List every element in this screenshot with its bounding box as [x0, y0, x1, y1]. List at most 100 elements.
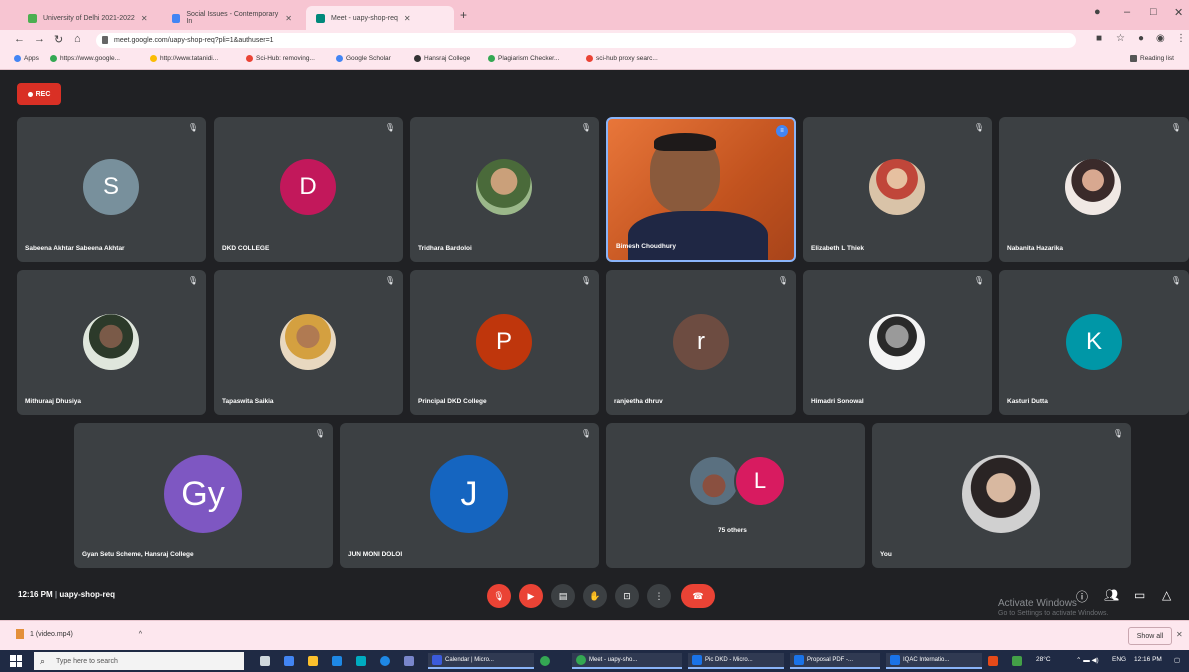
participant-tile[interactable]: 🎙︎ Himadri Sonowal — [803, 270, 992, 415]
close-window-icon[interactable]: ✕ — [1174, 6, 1183, 19]
tab-university[interactable]: University of Delhi 2021-2022 ✕ — [18, 6, 158, 30]
present-button[interactable]: ⊡ — [615, 584, 639, 608]
activate-windows-sub: Go to Settings to activate Windows. — [998, 610, 1109, 617]
taskbar-app-icon[interactable] — [1012, 653, 1022, 669]
taskbar-app-icon[interactable] — [284, 653, 294, 669]
bookmark-apps[interactable]: Apps — [14, 55, 39, 62]
taskbar-app-proposal[interactable]: Proposal PDF -... — [790, 653, 880, 669]
back-icon[interactable]: ← — [14, 33, 25, 45]
mic-toggle-button[interactable]: 🎙︎ — [487, 584, 511, 608]
taskbar-app-icon[interactable] — [332, 653, 342, 669]
bookmark-item[interactable]: Plagiarism Checker... — [488, 55, 559, 62]
taskbar-clock[interactable]: 12:16 PM — [1134, 656, 1162, 663]
participant-tile[interactable]: 🎙︎ r ranjeetha dhruv — [606, 270, 796, 415]
others-tile[interactable]: L 75 others — [606, 423, 865, 568]
participant-photo — [869, 314, 925, 370]
participant-tile[interactable]: 🎙︎ Elizabeth L Thiek — [803, 117, 992, 262]
bookmark-item[interactable]: Google Scholar — [336, 55, 391, 62]
bookmark-item[interactable]: https://www.google... — [50, 55, 120, 62]
notification-icon[interactable]: ▢ — [1174, 656, 1180, 664]
forward-icon[interactable]: → — [34, 33, 45, 45]
minimize-icon[interactable]: – — [1124, 6, 1130, 18]
menu-icon[interactable]: ⋮ — [1176, 33, 1186, 44]
star-icon[interactable]: ☆ — [1116, 33, 1125, 44]
address-bar[interactable]: meet.google.com/uapy-shop-req?pli=1&auth… — [96, 33, 1076, 48]
participant-tile[interactable]: 🎙︎ Tridhara Bardoloi — [410, 117, 599, 262]
reload-icon[interactable]: ↻ — [54, 33, 63, 46]
activities-icon[interactable]: △ — [1162, 588, 1171, 602]
participant-name: DKD COLLEGE — [222, 245, 270, 252]
taskbar-app-icon[interactable] — [404, 653, 414, 669]
participant-name: Himadri Sonowal — [811, 398, 864, 405]
participant-tile[interactable]: 🎙︎ K Kasturi Dutta — [999, 270, 1189, 415]
tab-meet[interactable]: Meet - uapy-shop-req ✕ — [306, 6, 454, 30]
taskbar-app-meet[interactable]: Meet - uapy-sho... — [572, 653, 682, 669]
participant-tile[interactable]: 🎙︎ D DKD COLLEGE — [214, 117, 403, 262]
task-view-icon[interactable] — [260, 653, 270, 669]
self-tile[interactable]: 🎙︎ You — [872, 423, 1131, 568]
people-icon[interactable]: 👥︎ — [1104, 588, 1119, 602]
leave-call-button[interactable]: ☎ — [681, 584, 715, 608]
maximize-icon[interactable]: □ — [1150, 6, 1157, 18]
bookmark-label: https://www.google... — [60, 55, 120, 62]
participant-name: Nabanita Hazarika — [1007, 245, 1063, 252]
chrome-icon[interactable] — [540, 653, 550, 669]
participant-tile[interactable]: 🎙︎ J JUN MONI DOLOI — [340, 423, 599, 568]
taskbar-app-icon[interactable] — [308, 653, 318, 669]
chat-icon[interactable]: ▭ — [1134, 588, 1145, 602]
participant-tile[interactable]: 🎙︎ S Sabeena Akhtar Sabeena Akhtar — [17, 117, 206, 262]
bookmark-item[interactable]: Sci-Hub: removing... — [246, 55, 315, 62]
taskbar-app-calendar[interactable]: Calendar | Micro... — [428, 653, 534, 669]
camera-toggle-button[interactable]: ▶ — [519, 584, 543, 608]
browser-toolbar: ← → ↻ ⌂ meet.google.com/uapy-shop-req?pl… — [0, 30, 1189, 50]
show-all-button[interactable]: Show all — [1128, 627, 1172, 645]
captions-button[interactable]: ▤ — [551, 584, 575, 608]
close-icon[interactable]: ✕ — [404, 14, 411, 23]
more-options-button[interactable]: ⋮ — [647, 584, 671, 608]
camera-indicator-icon[interactable]: ■ — [1096, 33, 1102, 44]
language-indicator[interactable]: ENG — [1112, 656, 1126, 663]
bookmark-item[interactable]: http://www.tatanidi... — [150, 55, 218, 62]
mic-off-icon: 🎙︎ — [493, 590, 505, 601]
bookmark-icon — [488, 55, 495, 62]
reading-list[interactable]: Reading list — [1130, 55, 1174, 62]
taskbar-search-input[interactable]: ⌕ Type here to search — [34, 652, 244, 670]
participant-tile[interactable]: 🎙︎ P Principal DKD College — [410, 270, 599, 415]
chevron-up-icon[interactable]: ^ — [139, 631, 142, 638]
raise-hand-button[interactable]: ✋ — [583, 584, 607, 608]
tab-favicon-icon — [28, 13, 37, 23]
profile-icon[interactable]: ● — [1094, 6, 1101, 18]
participant-tile[interactable]: 🎙︎ Tapaswita Saikia — [214, 270, 403, 415]
taskbar-app-word[interactable]: Pic DKD - Micro... — [688, 653, 784, 669]
meet-stage: REC 🎙︎ S Sabeena Akhtar Sabeena Akhtar 🎙… — [0, 71, 1189, 620]
more-vert-icon: ⋮ — [654, 590, 664, 601]
close-icon[interactable]: ✕ — [141, 14, 148, 23]
participant-name: Mithuraaj Dhusiya — [25, 398, 81, 405]
tab-social-issues[interactable]: Social Issues - Contemporary In ✕ — [162, 6, 302, 30]
extension-icon[interactable]: ● — [1138, 33, 1144, 44]
taskbar-app-icon[interactable] — [988, 653, 998, 669]
close-icon[interactable]: ✕ — [1176, 630, 1183, 639]
mic-off-icon: 🎙︎ — [580, 276, 591, 285]
participant-tile[interactable]: 🎙︎ Gy Gyan Setu Scheme, Hansraj College — [74, 423, 333, 568]
participant-photo — [688, 455, 740, 507]
participant-tile[interactable]: 🎙︎ Nabanita Hazarika — [999, 117, 1189, 262]
download-item[interactable]: 1 (video.mp4) ^ — [16, 629, 142, 639]
self-photo — [962, 455, 1040, 533]
info-icon[interactable]: ⓘ — [1076, 588, 1088, 605]
taskbar-app-icon[interactable] — [356, 653, 366, 669]
taskbar-app-iqac[interactable]: IQAC Internatio... — [886, 653, 982, 669]
avatar[interactable]: ◉ — [1156, 33, 1165, 44]
weather-tray[interactable]: 28°C — [1036, 656, 1051, 663]
close-icon[interactable]: ✕ — [285, 14, 292, 23]
participant-tile[interactable]: 🎙︎ Mithuraaj Dhusiya — [17, 270, 206, 415]
participant-tile-active-speaker[interactable]: ≡ Bimesh Choudhury — [606, 117, 796, 262]
bookmark-item[interactable]: sci-hub proxy searc... — [586, 55, 658, 62]
bookmark-item[interactable]: Hansraj College — [414, 55, 470, 62]
windows-start-icon[interactable] — [10, 655, 22, 667]
bookmark-label: http://www.tatanidi... — [160, 55, 219, 62]
new-tab-icon[interactable]: + — [460, 8, 467, 22]
home-icon[interactable]: ⌂ — [74, 33, 81, 45]
edge-icon[interactable] — [380, 653, 390, 669]
system-tray-icons[interactable]: ⌃ ▬ ◀) — [1076, 656, 1099, 664]
